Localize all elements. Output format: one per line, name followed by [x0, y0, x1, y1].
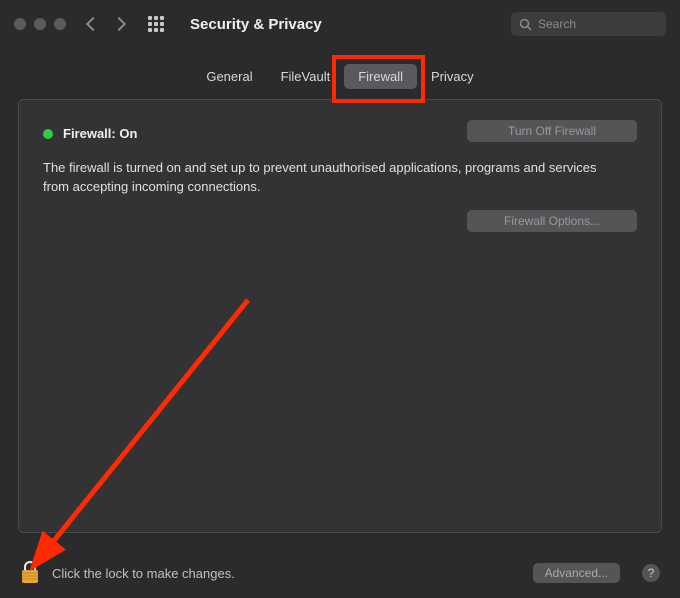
tab-firewall[interactable]: Firewall [344, 64, 417, 89]
forward-button[interactable] [112, 17, 126, 31]
footer: Click the lock to make changes. Advanced… [0, 548, 680, 598]
close-dot[interactable] [14, 18, 26, 30]
tab-filevault[interactable]: FileVault [267, 64, 345, 89]
firewall-options-button[interactable]: Firewall Options... [467, 210, 637, 232]
status-label: Firewall: On [63, 126, 137, 141]
firewall-description: The firewall is turned on and set up to … [43, 159, 623, 197]
search-input[interactable] [538, 17, 658, 31]
lock-text: Click the lock to make changes. [52, 566, 235, 581]
zoom-dot[interactable] [54, 18, 66, 30]
grid-icon[interactable] [148, 16, 164, 32]
turn-off-firewall-button[interactable]: Turn Off Firewall [467, 120, 637, 142]
firewall-panel: Firewall: On Turn Off Firewall The firew… [18, 99, 662, 533]
help-button[interactable]: ? [642, 564, 660, 582]
advanced-button[interactable]: Advanced... [533, 563, 620, 583]
titlebar: Security & Privacy [0, 0, 680, 48]
tab-general[interactable]: General [192, 64, 266, 89]
tab-privacy[interactable]: Privacy [417, 64, 488, 89]
tab-bar: General FileVault Firewall Privacy [0, 64, 680, 89]
status-indicator-icon [43, 129, 53, 139]
lock-icon[interactable] [20, 561, 40, 585]
search-field[interactable] [511, 12, 666, 36]
search-icon [519, 18, 532, 31]
window-title: Security & Privacy [190, 16, 322, 33]
window-controls [14, 18, 66, 30]
nav-arrows [88, 19, 124, 29]
minimize-dot[interactable] [34, 18, 46, 30]
back-button[interactable] [86, 17, 100, 31]
